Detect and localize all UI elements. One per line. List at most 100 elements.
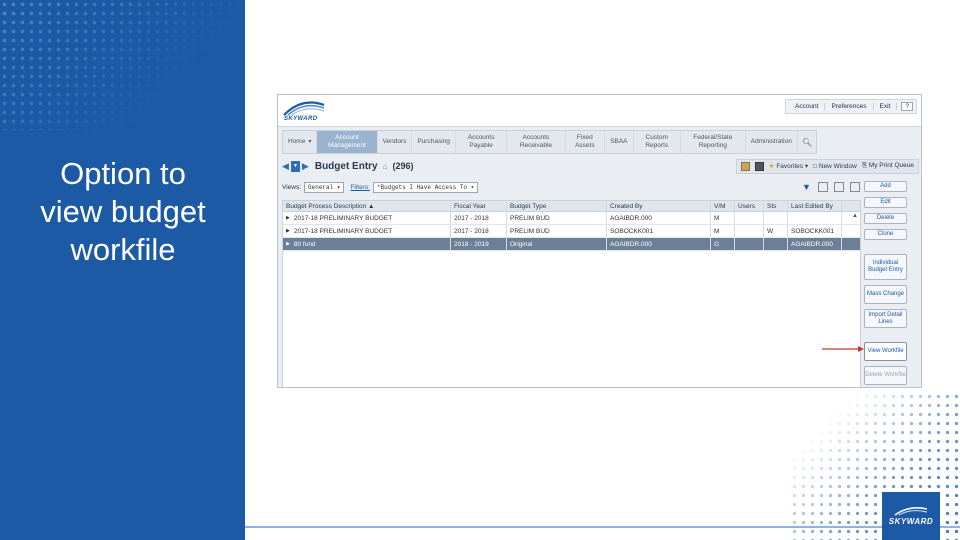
cell-budget-type: PRELIM BUD [507,212,607,224]
camera-icon[interactable] [754,161,764,171]
filter-icon[interactable]: ▼ [802,182,812,192]
favorites-label: Favorites ▾ [776,163,809,170]
footer-logo-text: SKYWARD [888,517,934,526]
app-logo-text: SKYWARD [284,116,318,122]
app-screenshot: SKYWARD Account Preferences Exit ? Home ▾… [277,94,922,388]
grid-settings-icon[interactable] [818,182,828,192]
col-created-by[interactable]: Created By [607,201,711,211]
scroll-up-icon[interactable]: ▲ [852,213,858,219]
col-last-edited-by[interactable]: Last Edited By [788,201,842,211]
menu-home-label: Home [288,138,306,145]
cell-sts [764,238,788,250]
history-dropdown-icon[interactable]: ▼ [290,160,300,172]
cell-created-by: SOBOCKK001 [607,225,711,237]
menu-accounts-receivable[interactable]: Accounts Receivable [507,131,566,153]
new-window-label: New Window [818,162,857,170]
back-arrow-icon[interactable]: ◀ [282,161,289,172]
cell-last-edited-by [788,212,842,224]
menu-accounts-payable[interactable]: Accounts Payable [456,131,508,153]
individual-budget-entry-button[interactable]: Individual Budget Entry [864,254,907,280]
printer-icon: ⎘ [861,162,868,169]
print-grid-icon[interactable] [850,182,860,192]
star-icon: ★ [768,163,775,170]
cell-sts: W [764,225,788,237]
cell-users [735,212,764,224]
expand-arrow-icon[interactable]: ▶ [286,215,290,221]
clone-button[interactable]: Clone [864,229,907,240]
table-row[interactable]: ▶ 2017-18 PRELIMINARY BUDGET 2017 - 2018 … [283,212,860,225]
cell-last-edited-by: SOBOCKK001 [788,225,842,237]
view-workfile-button[interactable]: View Workfile [864,342,907,361]
pointer-arrow-icon [822,346,864,352]
search-icon[interactable]: 🔍︎ [798,131,816,153]
delete-workfile-button[interactable]: Delete Workfile [864,366,907,385]
mass-change-button[interactable]: Mass Change [864,285,907,304]
menu-custom-reports[interactable]: Custom Reports [634,131,681,153]
cell-vm: G [711,238,735,250]
new-window-button[interactable]: □ New Window [813,163,857,170]
cell-users [735,238,764,250]
table-row[interactable]: ▶ 2017-18 PRELIMINARY BUDGET 2017 - 2018 … [283,225,860,238]
cell-created-by: AGAIBDR.000 [607,212,711,224]
cell-vm: M [711,212,735,224]
logo-swoosh-icon [283,101,325,116]
col-budget-type[interactable]: Budget Type [507,201,607,211]
menu-account-management[interactable]: Account Management [317,131,378,153]
delete-button[interactable]: Delete [864,213,907,224]
cell-vm: M [711,225,735,237]
print-queue-button[interactable]: ⎘ My Print Queue [862,162,914,170]
row-description: 2017-18 PRELIMINARY BUDGET [293,227,393,235]
table-row-selected[interactable]: ▶ 80 fund 2018 - 2019 Original AGAIBDR.00… [283,238,860,251]
import-detail-lines-button[interactable]: Import Detail Lines [864,309,907,328]
cell-sts [764,212,788,224]
notes-icon[interactable] [740,161,750,171]
budget-grid: Budget Process Description ▲ Fiscal Year… [282,200,861,387]
row-description: 2017-18 PRELIMINARY BUDGET [293,214,393,222]
preferences-link[interactable]: Preferences [825,103,874,110]
add-button[interactable]: Add [864,181,907,192]
col-fiscal-year[interactable]: Fiscal Year [451,201,507,211]
action-buttons: Add Edit Delete Clone Individual Budget … [864,181,910,387]
views-label: Views: [282,183,302,191]
expand-arrow-icon[interactable]: ▶ [286,241,290,247]
menu-purchasing[interactable]: Purchasing [412,131,456,153]
account-link[interactable]: Account [789,103,826,110]
cell-last-edited-by: AGAIBDR.000 [788,238,842,250]
cell-users [735,225,764,237]
col-vm[interactable]: V/M [711,201,735,211]
filters-link[interactable]: Filters: [350,184,370,191]
favorites-button[interactable]: ★ Favorites ▾ [769,162,808,170]
views-select[interactable]: General ▾ [304,181,345,193]
window-icon: □ [813,162,818,170]
cell-fiscal-year: 2018 - 2019 [451,238,507,250]
col-description[interactable]: Budget Process Description ▲ [283,201,451,211]
title-line-3: workfile [70,232,176,267]
home-favorite-icon[interactable]: ⌂ [383,162,388,171]
excel-export-icon[interactable] [834,182,844,192]
footer-logo: SKYWARD [882,492,940,540]
menu-administration[interactable]: Administration [746,131,798,153]
title-tools: ★ Favorites ▾ □ New Window ⎘ My Print Qu… [735,158,919,174]
forward-arrow-icon[interactable]: ▶ [302,161,309,172]
cell-description: ▶ 2017-18 PRELIMINARY BUDGET [283,225,451,237]
menu-sbaa[interactable]: SBAA [605,131,634,153]
menu-vendors[interactable]: Vendors [378,131,413,153]
left-panel: Option to view budget workfile [0,0,245,540]
col-users[interactable]: Users [735,201,764,211]
cell-budget-type: Original [507,238,607,250]
exit-link[interactable]: Exit [874,103,898,110]
menu-fixed-assets[interactable]: Fixed Assets [566,131,606,153]
help-button[interactable]: ? [901,102,913,111]
cell-description: ▶ 80 fund [283,238,451,250]
app-header: SKYWARD Account Preferences Exit ? [278,95,921,127]
edit-button[interactable]: Edit [864,197,907,208]
grid-tools: ▼ [802,182,860,192]
filters-select[interactable]: *Budgets I Have Access To ▾ [372,181,479,193]
menu-federal-state-reporting[interactable]: Federal/State Reporting [681,131,746,153]
expand-arrow-icon[interactable]: ▶ [286,228,290,234]
grid-header: Budget Process Description ▲ Fiscal Year… [283,201,860,212]
main-menu: Home ▾ Account Management Vendors Purchas… [282,130,817,154]
menu-home[interactable]: Home ▾ [283,131,318,153]
col-sts[interactable]: Sts [764,201,788,211]
cell-budget-type: PRELIM BUD [507,225,607,237]
